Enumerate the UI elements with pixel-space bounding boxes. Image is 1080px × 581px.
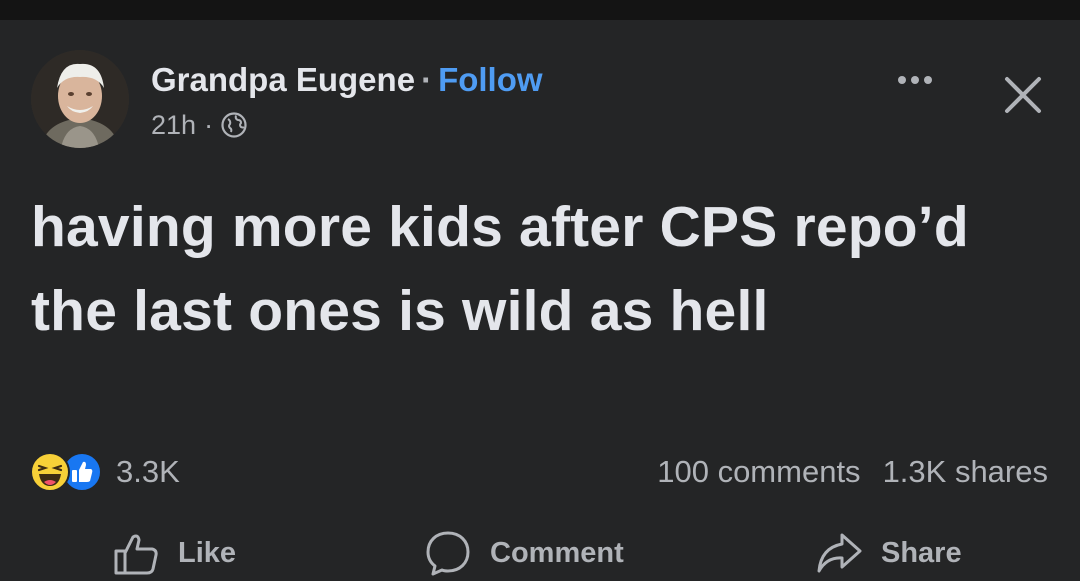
author-avatar[interactable]	[31, 50, 129, 148]
engagement-stats: 100 comments 1.3K shares	[657, 451, 1048, 493]
author-line: Grandpa Eugene · Follow	[151, 60, 543, 100]
post-text: having more kids after CPS repo’d the la…	[31, 195, 969, 343]
post-meta: 21h ·	[151, 108, 247, 142]
like-label: Like	[178, 536, 237, 569]
share-arrow-icon	[817, 533, 862, 573]
reaction-count: 3.3K	[116, 454, 180, 489]
more-horizontal-icon	[898, 76, 932, 84]
comments-count[interactable]: 100 comments	[657, 451, 860, 493]
share-button[interactable]: Share	[815, 525, 962, 581]
close-button[interactable]	[1000, 72, 1046, 118]
author-name[interactable]: Grandpa Eugene	[151, 61, 415, 98]
avatar-portrait-icon	[31, 50, 129, 148]
shares-count[interactable]: 1.3K shares	[883, 451, 1048, 493]
separator-dot: ·	[421, 61, 433, 98]
comment-button[interactable]: Comment	[424, 525, 624, 581]
close-icon	[1005, 77, 1041, 113]
haha-reaction-icon	[30, 452, 70, 492]
comment-bubble-icon	[426, 531, 470, 576]
more-options-button[interactable]	[892, 64, 938, 96]
separator-dot: ·	[204, 110, 214, 140]
thumbs-up-icon	[114, 534, 158, 575]
globe-icon	[221, 112, 247, 138]
window-top-bar	[0, 0, 1080, 20]
facebook-post: Grandpa Eugene · Follow 21h · having more …	[0, 20, 1080, 581]
post-actions: Like Comment Share	[0, 525, 1080, 581]
reaction-summary[interactable]: 3.3K	[30, 450, 180, 494]
follow-button[interactable]: Follow	[438, 61, 542, 98]
share-label: Share	[881, 536, 962, 569]
comment-label: Comment	[490, 536, 624, 569]
like-button[interactable]: Like	[112, 525, 236, 581]
post-timestamp[interactable]: 21h	[151, 108, 196, 142]
